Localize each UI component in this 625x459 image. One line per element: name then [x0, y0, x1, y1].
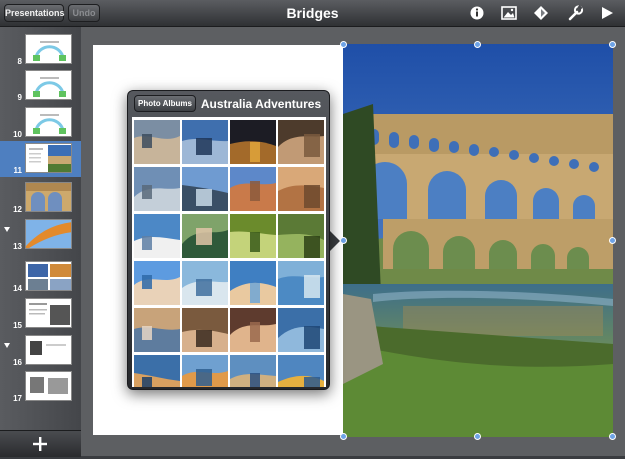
slide-thumbnail[interactable]	[25, 261, 72, 291]
slide-number: 10	[13, 130, 22, 139]
photo-thumbnail[interactable]	[278, 261, 324, 305]
resize-handle[interactable]	[609, 41, 616, 48]
slide-thumbnail-row[interactable]: 11	[0, 141, 81, 177]
photo-thumbnail[interactable]	[134, 167, 180, 211]
slide-thumbnail-row[interactable]: 16	[0, 333, 81, 369]
aqueduct-image	[343, 44, 613, 437]
undo-button[interactable]: Undo	[68, 4, 100, 22]
slide-thumbnail-row[interactable]: 17	[0, 369, 81, 405]
album-title: Australia Adventures	[200, 97, 322, 111]
toolbar: Presentations Undo Bridges	[0, 0, 625, 27]
slide-number: 13	[13, 242, 22, 251]
photo-thumbnail[interactable]	[278, 167, 324, 211]
slide-thumbnail[interactable]	[25, 143, 72, 173]
slide-number: 8	[17, 57, 22, 66]
slide-thumbnail[interactable]	[25, 70, 72, 100]
document-title: Bridges	[286, 5, 339, 21]
slide-thumbnail-row[interactable]: 14	[0, 259, 81, 295]
photo-thumbnail[interactable]	[278, 308, 324, 352]
photo-albums-back-button[interactable]: Photo Albums	[134, 95, 196, 112]
popover-arrow	[329, 230, 340, 252]
photo-thumbnail[interactable]	[182, 261, 228, 305]
photo-thumbnail[interactable]	[134, 214, 180, 258]
presentations-button[interactable]: Presentations	[4, 4, 65, 22]
media-icon[interactable]	[499, 4, 519, 22]
slide-thumbnail-row[interactable]: 15	[0, 296, 81, 332]
slide-thumbnail-row[interactable]: 12	[0, 180, 81, 216]
slide-number: 17	[13, 394, 22, 403]
info-icon[interactable]	[467, 4, 487, 22]
photo-thumbnail[interactable]	[134, 355, 180, 387]
photo-thumbnail[interactable]	[230, 120, 276, 164]
slide-thumbnail-row[interactable]: 9	[0, 68, 81, 104]
slide-thumbnail[interactable]	[25, 371, 72, 401]
photo-thumbnail[interactable]	[182, 214, 228, 258]
photo-thumbnail[interactable]	[230, 167, 276, 211]
slide-number: 14	[13, 284, 22, 293]
photo-thumbnail[interactable]	[182, 355, 228, 387]
photo-thumbnail[interactable]	[230, 355, 276, 387]
slide-thumbnail-row[interactable]: 13	[0, 217, 81, 253]
selected-photo[interactable]	[343, 44, 613, 437]
slide-number: 15	[13, 321, 22, 330]
photo-thumbnail[interactable]	[182, 167, 228, 211]
photo-thumbnail[interactable]	[278, 120, 324, 164]
slide-number: 9	[17, 93, 22, 102]
play-icon[interactable]	[597, 4, 617, 22]
slide-navigator[interactable]: 8 9 10 11 12 13 14 15 16 17	[0, 27, 81, 456]
photo-thumbnail[interactable]	[278, 355, 324, 387]
photo-thumbnail[interactable]	[230, 308, 276, 352]
photo-thumbnail[interactable]	[182, 308, 228, 352]
photo-thumbnail[interactable]	[134, 308, 180, 352]
tools-icon[interactable]	[565, 4, 585, 22]
slide-number: 16	[13, 358, 22, 367]
add-slide-button[interactable]	[30, 434, 50, 454]
disclosure-triangle-icon[interactable]	[4, 343, 10, 348]
photo-grid[interactable]	[132, 117, 326, 387]
resize-handle[interactable]	[609, 433, 616, 440]
slide-thumbnail[interactable]	[25, 107, 72, 137]
slide-thumbnail[interactable]	[25, 219, 72, 249]
photo-thumbnail[interactable]	[134, 261, 180, 305]
photo-thumbnail[interactable]	[182, 120, 228, 164]
slide-number: 12	[13, 205, 22, 214]
slide-thumbnail[interactable]	[25, 182, 72, 212]
resize-handle[interactable]	[340, 41, 347, 48]
photo-picker-popover: Photo Albums Australia Adventures	[127, 90, 330, 390]
slide-thumbnail[interactable]	[25, 34, 72, 64]
slide-thumbnail[interactable]	[25, 335, 72, 365]
photo-thumbnail[interactable]	[134, 120, 180, 164]
resize-handle[interactable]	[474, 433, 481, 440]
disclosure-triangle-icon[interactable]	[4, 227, 10, 232]
plus-icon	[33, 437, 47, 451]
resize-handle[interactable]	[609, 237, 616, 244]
shapes-icon[interactable]	[531, 4, 551, 22]
slide-thumbnail[interactable]	[25, 298, 72, 328]
slide-number: 11	[13, 166, 22, 175]
slide-thumbnail-row[interactable]: 8	[0, 32, 81, 68]
slide-thumbnail-row[interactable]: 10	[0, 105, 81, 141]
resize-handle[interactable]	[340, 433, 347, 440]
photo-thumbnail[interactable]	[230, 214, 276, 258]
photo-thumbnail[interactable]	[278, 214, 324, 258]
photo-thumbnail[interactable]	[230, 261, 276, 305]
sidebar-footer	[0, 430, 81, 457]
resize-handle[interactable]	[474, 41, 481, 48]
resize-handle[interactable]	[340, 237, 347, 244]
